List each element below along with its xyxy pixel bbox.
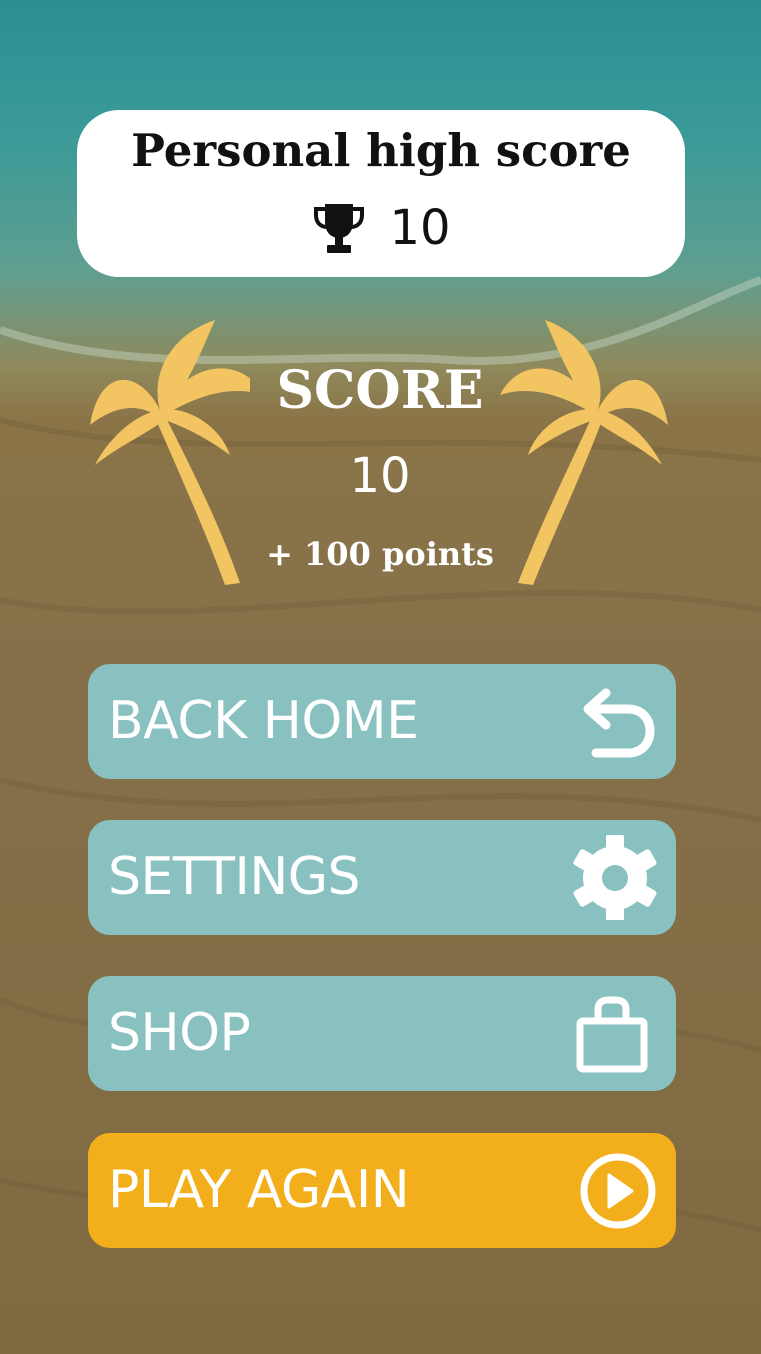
back-home-label: BACK HOME [108, 691, 419, 751]
settings-label: SETTINGS [108, 847, 361, 907]
trophy-icon [314, 204, 365, 253]
shopping-bag-icon [576, 996, 648, 1073]
play-circle-icon [580, 1153, 656, 1229]
back-home-button[interactable]: BACK HOME [88, 664, 676, 779]
high-score-row: 10 [77, 198, 685, 258]
shop-label: SHOP [108, 1003, 251, 1063]
palm-tree-left [90, 320, 250, 585]
score-label: SCORE [276, 360, 484, 421]
high-score-value: 10 [389, 200, 451, 256]
shop-button[interactable]: SHOP [88, 976, 676, 1091]
settings-button[interactable]: SETTINGS [88, 820, 676, 935]
score-value: 10 [349, 448, 411, 504]
high-score-card: Personal high score 10 [77, 110, 685, 277]
play-again-label: PLAY AGAIN [108, 1160, 410, 1220]
undo-arrow-icon [583, 688, 655, 758]
gear-icon [573, 835, 657, 920]
points-earned: + 100 points [266, 535, 494, 573]
play-again-button[interactable]: PLAY AGAIN [88, 1133, 676, 1248]
high-score-title: Personal high score [131, 124, 631, 177]
